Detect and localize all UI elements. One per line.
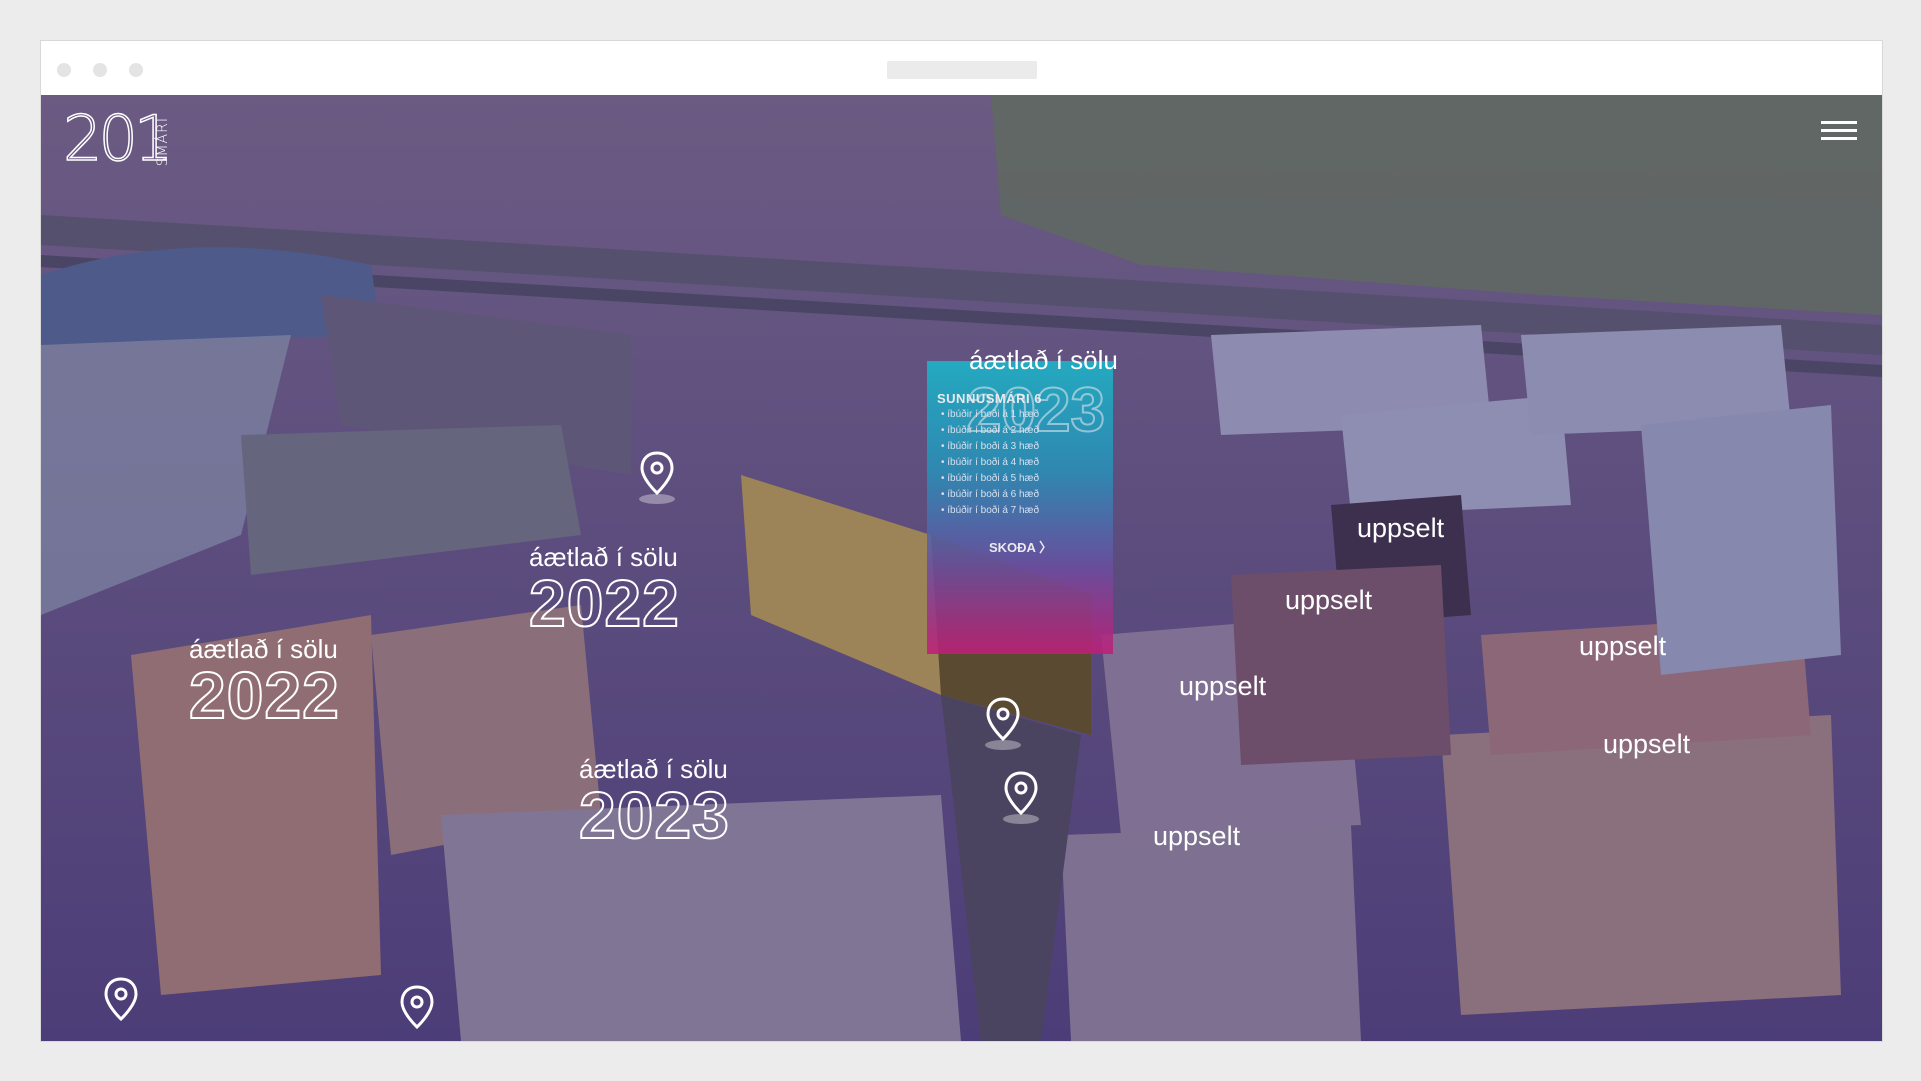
sold-label[interactable]: uppselt bbox=[1153, 821, 1240, 852]
map-pin-icon[interactable] bbox=[637, 449, 677, 505]
list-item[interactable]: íbúðir í boði á 4 hæð bbox=[941, 455, 1039, 471]
map-pin-icon[interactable] bbox=[397, 983, 437, 1039]
window-control-close[interactable] bbox=[57, 63, 71, 77]
list-item[interactable]: íbúðir í boði á 6 hæð bbox=[941, 487, 1039, 503]
window-control-minimize[interactable] bbox=[93, 63, 107, 77]
phase-year: 2023 bbox=[578, 778, 730, 852]
phase-year: 2022 bbox=[188, 658, 340, 732]
aerial-map-view: 201 SMÁRI áætlað í sölu 2022 áætlað í sö… bbox=[41, 95, 1882, 1041]
view-button[interactable]: SKOÐA 〉 bbox=[989, 537, 1052, 556]
phase-label-2023-bottom[interactable]: áætlað í sölu 2023 bbox=[578, 755, 730, 852]
panel-heading: SUNNUSMÁRI 6 bbox=[937, 391, 1042, 406]
map-pin-icon[interactable] bbox=[101, 975, 141, 1031]
address-bar[interactable] bbox=[887, 61, 1037, 79]
sold-label[interactable]: uppselt bbox=[1179, 671, 1266, 702]
window-control-maximize[interactable] bbox=[129, 63, 143, 77]
panel-title: áætlað í sölu bbox=[969, 345, 1118, 375]
hamburger-icon[interactable] bbox=[1821, 121, 1857, 145]
sold-label[interactable]: uppselt bbox=[1579, 631, 1666, 662]
list-item[interactable]: íbúðir í boði á 5 hæð bbox=[941, 471, 1039, 487]
phase-label-2022-center[interactable]: áætlað í sölu 2022 bbox=[528, 543, 680, 640]
map-pin-icon[interactable] bbox=[1001, 769, 1041, 825]
logo-number: 201 bbox=[62, 102, 174, 175]
list-item[interactable]: íbúðir í boði á 7 hæð bbox=[941, 503, 1039, 519]
sold-label[interactable]: uppselt bbox=[1603, 729, 1690, 760]
list-item[interactable]: íbúðir í boði á 2 hæð bbox=[941, 423, 1039, 439]
list-item[interactable]: íbúðir í boði á 1 hæð bbox=[941, 407, 1039, 423]
browser-window: 201 SMÁRI áætlað í sölu 2022 áætlað í sö… bbox=[40, 40, 1883, 1042]
floor-availability-list: íbúðir í boði á 1 hæð íbúðir í boði á 2 … bbox=[941, 407, 1039, 519]
building-info-panel[interactable]: 2023 SUNNUSMÁRI 6 íbúðir í boði á 1 hæð … bbox=[927, 361, 1113, 654]
map-pin-icon[interactable] bbox=[983, 695, 1023, 751]
sold-label[interactable]: uppselt bbox=[1285, 585, 1372, 616]
phase-label-2022-left[interactable]: áætlað í sölu 2022 bbox=[188, 635, 340, 732]
browser-chrome bbox=[41, 41, 1882, 95]
list-item[interactable]: íbúðir í boði á 3 hæð bbox=[941, 439, 1039, 455]
logo-word: SMÁRI bbox=[155, 117, 171, 167]
sold-label[interactable]: uppselt bbox=[1357, 513, 1444, 544]
site-logo[interactable]: 201 SMÁRI bbox=[62, 106, 174, 172]
phase-year: 2022 bbox=[528, 566, 680, 640]
